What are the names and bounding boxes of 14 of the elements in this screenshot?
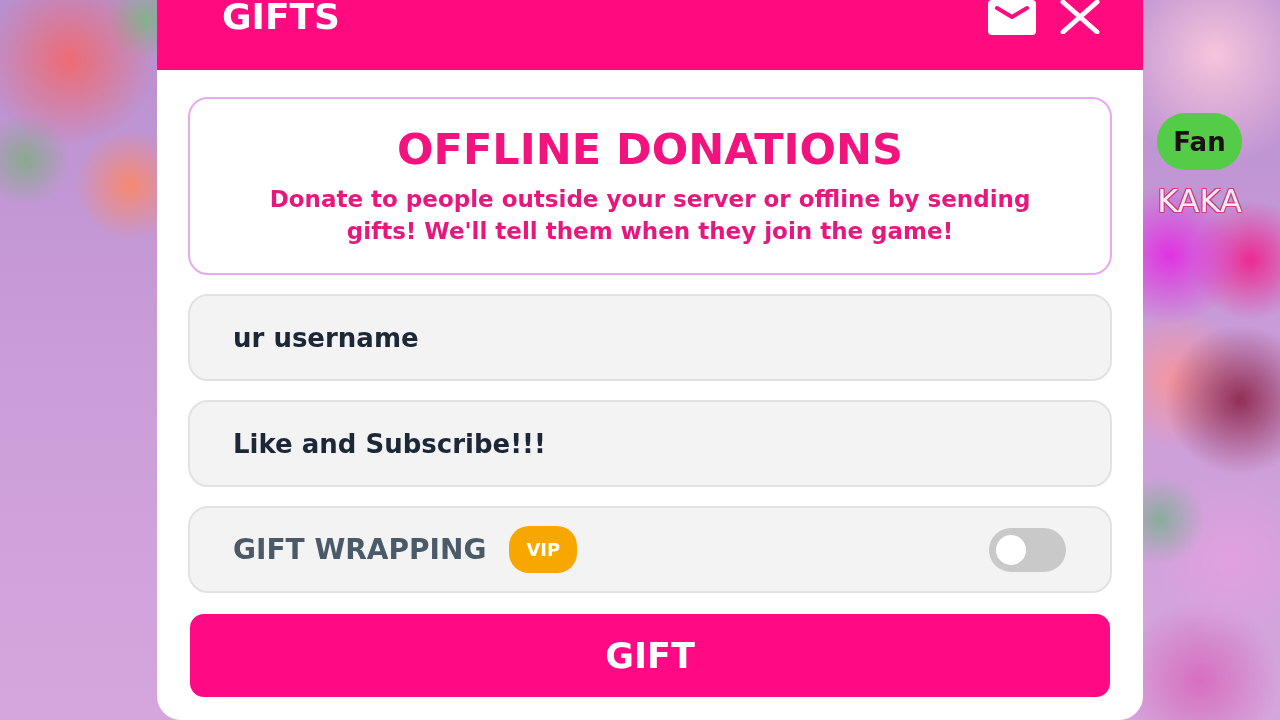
close-button[interactable]: [1060, 0, 1100, 34]
toggle-switch[interactable]: [989, 527, 1066, 572]
input-field[interactable]: ur username: [188, 294, 1112, 381]
gift-button[interactable]: GIFT: [190, 614, 1110, 697]
dialog-title: GIFTS: [222, 0, 341, 34]
info-text: Donate to people outside your server or offline by sending gifts! We'll tell them when they join the game!: [268, 185, 1032, 246]
vip-badge: VIP: [509, 526, 578, 573]
close-icon: [1060, 0, 1100, 34]
option-label: GIFT WRAPPING: [233, 533, 487, 566]
player-name: KAKA: [1157, 184, 1242, 220]
info-title: OFFLINE DONATIONS: [396, 125, 904, 173]
input-field[interactable]: Like and Subscribe!!!: [188, 400, 1112, 487]
role-badge: Fan: [1157, 113, 1242, 170]
inbox-button[interactable]: [988, 0, 1036, 35]
